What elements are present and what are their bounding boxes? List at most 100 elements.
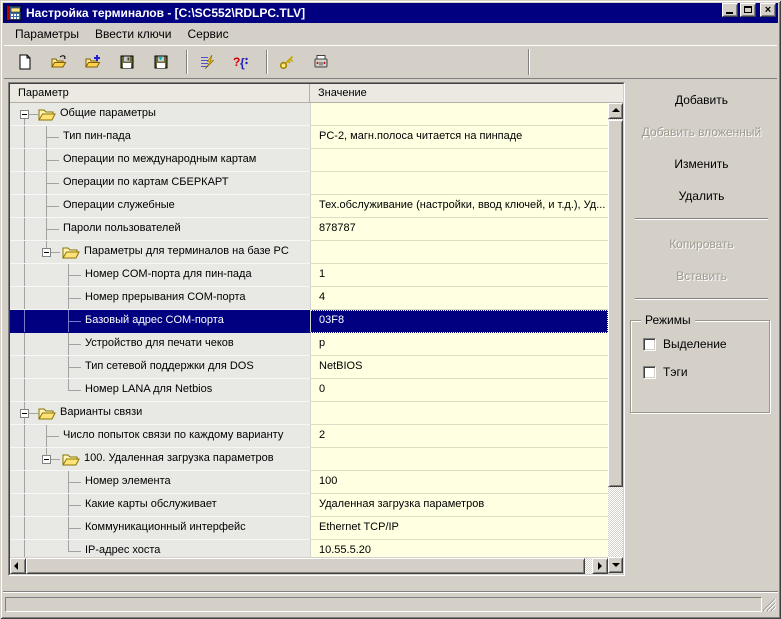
column-header-value[interactable]: Значение xyxy=(310,84,623,102)
horizontal-scrollbar[interactable] xyxy=(10,558,608,574)
key-button[interactable] xyxy=(276,50,300,74)
tree-row[interactable]: Число попыток связи по каждому варианту 2 xyxy=(10,425,608,448)
collapse-toggle[interactable] xyxy=(20,409,29,418)
close-button[interactable]: × xyxy=(760,3,776,17)
tree-row[interactable]: IP-адрес хоста 10.55.5.20 xyxy=(10,540,608,557)
tree-row[interactable]: Тип пин-пада PC-2, магн.полоса читается н… xyxy=(10,126,608,149)
title-bar[interactable]: Настройка терминалов - [C:\SC552\RDLPC.T… xyxy=(3,3,778,23)
value-cell[interactable]: 4 xyxy=(310,287,608,310)
vertical-scroll-thumb[interactable] xyxy=(608,120,623,487)
help-syntax-button[interactable]: ?{ xyxy=(230,50,254,74)
value-cell[interactable]: 10.55.5.20 xyxy=(310,540,608,557)
open-append-button[interactable] xyxy=(82,50,106,74)
value-cell[interactable]: NetBIOS xyxy=(310,356,608,379)
checkbox-тэги[interactable] xyxy=(643,365,656,379)
tree-row[interactable]: Номер COM-порта для пин-пада 1 xyxy=(10,264,608,287)
value-cell[interactable]: PC-2, магн.полоса читается на пинпаде xyxy=(310,126,608,149)
collapse-toggle[interactable] xyxy=(42,455,51,464)
menu-item-2[interactable]: Сервис xyxy=(180,25,237,43)
value-cell[interactable]: p xyxy=(310,333,608,356)
save-button[interactable] xyxy=(116,50,140,74)
tree-group-row[interactable]: Варианты связи xyxy=(10,402,608,425)
action-button-добавить-вложенный[interactable]: Добавить вложенный xyxy=(626,120,777,144)
tree-row[interactable]: Операции служебные Тех.обслуживание (наст… xyxy=(10,195,608,218)
value-cell[interactable] xyxy=(310,172,608,195)
param-cell[interactable]: Параметры для терминалов на базе PC xyxy=(10,241,310,264)
param-cell[interactable]: IP-адрес хоста xyxy=(10,540,310,557)
value-cell[interactable] xyxy=(310,149,608,172)
tree-row[interactable]: Устройство для печати чеков p xyxy=(10,333,608,356)
new-file-button[interactable] xyxy=(14,50,38,74)
param-cell[interactable]: Операции по международным картам xyxy=(10,149,310,172)
param-label: Номер LANA для Netbios xyxy=(85,383,213,395)
param-cell[interactable]: Общие параметры xyxy=(10,103,310,126)
tree-group-row[interactable]: 100. Удаленная загрузка параметров xyxy=(10,448,608,471)
horizontal-scroll-thumb[interactable] xyxy=(26,558,585,574)
maximize-button[interactable] xyxy=(740,3,756,17)
collapse-toggle[interactable] xyxy=(20,110,29,119)
param-cell[interactable]: Тип пин-пада xyxy=(10,126,310,149)
param-cell[interactable]: 100. Удаленная загрузка параметров xyxy=(10,448,310,471)
param-cell[interactable]: Номер прерывания COM-порта xyxy=(10,287,310,310)
value-cell[interactable]: Тех.обслуживание (настройки, ввод ключей… xyxy=(310,195,608,218)
value-cell[interactable]: 878787 xyxy=(310,218,608,241)
menu-item-1[interactable]: Ввести ключи xyxy=(87,25,180,43)
tree-row[interactable]: Пароли пользователей 878787 xyxy=(10,218,608,241)
param-cell[interactable]: Число попыток связи по каждому варианту xyxy=(10,425,310,448)
value-cell[interactable] xyxy=(310,448,608,471)
tree-row[interactable]: Номер прерывания COM-порта 4 xyxy=(10,287,608,310)
action-button-копировать[interactable]: Копировать xyxy=(626,232,777,256)
param-cell[interactable]: Номер LANA для Netbios xyxy=(10,379,310,402)
scroll-right-button[interactable] xyxy=(592,558,608,574)
param-cell[interactable]: Базовый адрес COM-порта xyxy=(10,310,310,333)
column-header-parameter[interactable]: Параметр xyxy=(10,84,310,102)
action-button-изменить[interactable]: Изменить xyxy=(626,152,777,176)
value-cell[interactable] xyxy=(310,402,608,425)
vertical-scrollbar[interactable] xyxy=(608,103,623,573)
tree-group-row[interactable]: Общие параметры xyxy=(10,103,608,126)
apply-params-button[interactable] xyxy=(196,50,220,74)
collapse-toggle[interactable] xyxy=(42,248,51,257)
value-cell[interactable]: 2 xyxy=(310,425,608,448)
param-cell[interactable]: Тип сетевой поддержки для DOS xyxy=(10,356,310,379)
value-cell[interactable]: Удаленная загрузка параметров xyxy=(310,494,608,517)
menu-item-0[interactable]: Параметры xyxy=(7,25,87,43)
tree-row[interactable]: Номер LANA для Netbios 0 xyxy=(10,379,608,402)
value-cell[interactable] xyxy=(310,103,608,126)
param-cell[interactable]: Коммуникационный интерфейс xyxy=(10,517,310,540)
tree-row[interactable]: Операции по международным картам xyxy=(10,149,608,172)
param-cell[interactable]: Операции по картам СБЕРКАРТ xyxy=(10,172,310,195)
param-cell[interactable]: Устройство для печати чеков xyxy=(10,333,310,356)
tree-row[interactable]: Операции по картам СБЕРКАРТ xyxy=(10,172,608,195)
param-cell[interactable]: Номер COM-порта для пин-пада xyxy=(10,264,310,287)
minimize-button[interactable] xyxy=(722,3,738,17)
print-device-button[interactable] xyxy=(310,50,334,74)
value-cell[interactable]: 1 xyxy=(310,264,608,287)
value-cell[interactable]: 0 xyxy=(310,379,608,402)
checkbox-выделение[interactable] xyxy=(643,337,656,351)
param-cell[interactable]: Варианты связи xyxy=(10,402,310,425)
value-cell[interactable]: Ethernet TCP/IP xyxy=(310,517,608,540)
action-button-добавить[interactable]: Добавить xyxy=(626,88,777,112)
save-as-button[interactable] xyxy=(150,50,174,74)
open-file-button[interactable] xyxy=(48,50,72,74)
value-cell[interactable] xyxy=(310,241,608,264)
tree-row[interactable]: Номер элемента 100 xyxy=(10,471,608,494)
tree-row[interactable]: Тип сетевой поддержки для DOS NetBIOS xyxy=(10,356,608,379)
param-cell[interactable]: Пароли пользователей xyxy=(10,218,310,241)
resize-grip-icon[interactable] xyxy=(762,598,777,612)
tree-group-row[interactable]: Параметры для терминалов на базе PC xyxy=(10,241,608,264)
param-cell[interactable]: Операции служебные xyxy=(10,195,310,218)
action-button-вставить[interactable]: Вставить xyxy=(626,264,777,288)
scroll-down-button[interactable] xyxy=(608,557,623,573)
tree-row-selected[interactable]: Базовый адрес COM-порта 03F8 xyxy=(10,310,608,333)
value-cell[interactable]: 03F8 xyxy=(310,310,608,333)
value-cell[interactable]: 100 xyxy=(310,471,608,494)
tree-row[interactable]: Какие карты обслуживает Удаленная загрузк… xyxy=(10,494,608,517)
param-cell[interactable]: Номер элемента xyxy=(10,471,310,494)
scroll-up-button[interactable] xyxy=(608,103,623,119)
param-cell[interactable]: Какие карты обслуживает xyxy=(10,494,310,517)
action-button-удалить[interactable]: Удалить xyxy=(626,184,777,208)
scroll-left-button[interactable] xyxy=(10,558,26,574)
tree-row[interactable]: Коммуникационный интерфейс Ethernet TCP/I… xyxy=(10,517,608,540)
